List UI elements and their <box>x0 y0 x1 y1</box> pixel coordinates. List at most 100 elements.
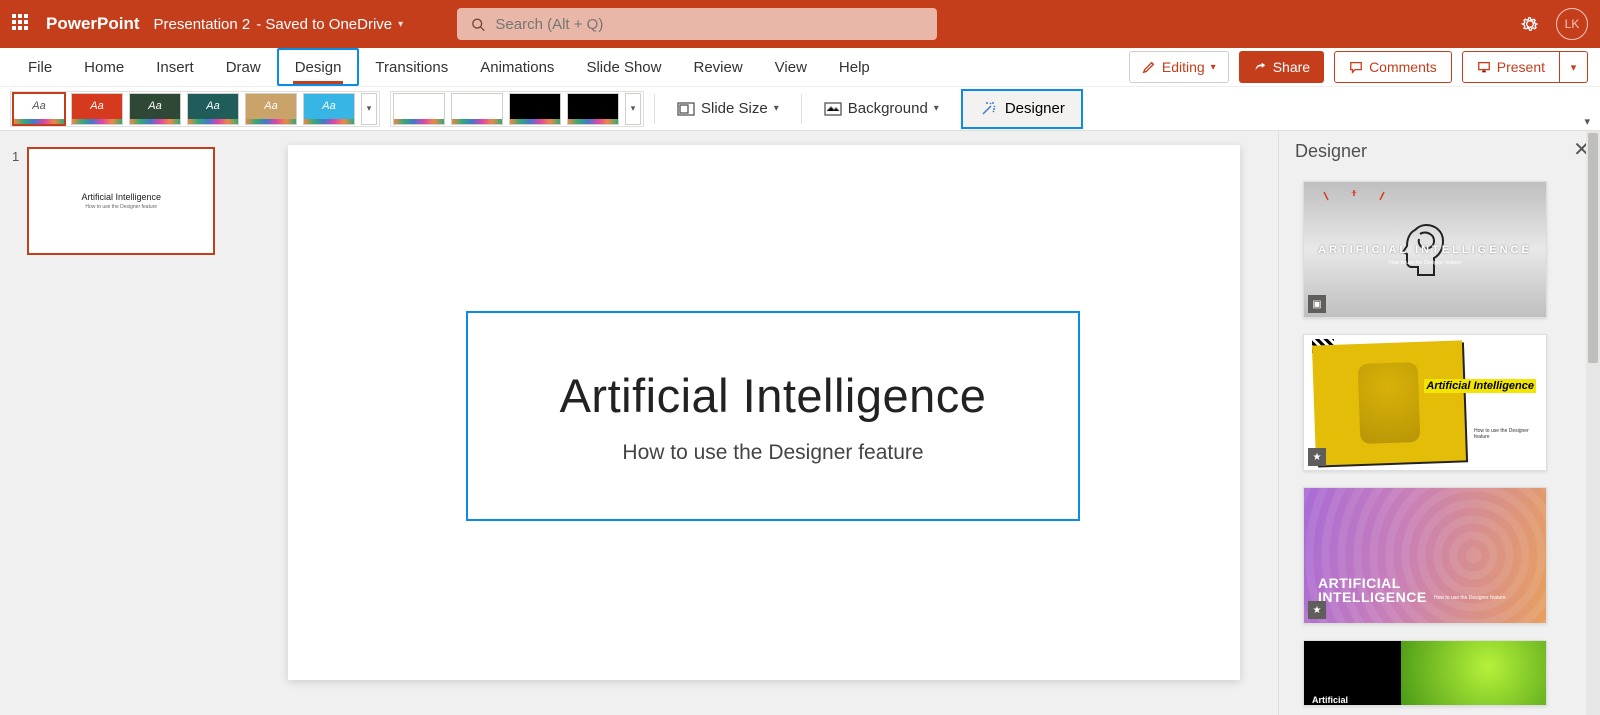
comments-button[interactable]: Comments <box>1334 51 1452 83</box>
design-suggestion-3[interactable]: ARTIFICIALINTELLIGENCE How to use the De… <box>1303 487 1547 624</box>
background-label: Background <box>848 100 928 117</box>
tab-insert[interactable]: Insert <box>140 48 210 86</box>
variant-black2[interactable] <box>567 93 619 125</box>
green-abstract <box>1401 641 1546 705</box>
title-textbox-selected[interactable]: Artificial Intelligence How to use the D… <box>466 311 1080 521</box>
present-dropdown[interactable]: ▾ <box>1560 51 1588 83</box>
theme-red[interactable]: Aa <box>71 93 123 125</box>
search-icon <box>471 17 485 32</box>
d3-title: ARTIFICIALINTELLIGENCE <box>1318 576 1427 605</box>
share-label: Share <box>1273 59 1310 75</box>
editing-label: Editing <box>1162 59 1205 75</box>
vertical-scrollbar[interactable] <box>1586 131 1600 715</box>
tab-animations[interactable]: Animations <box>464 48 570 86</box>
thumb-title: Artificial Intelligence <box>81 192 161 202</box>
slide-subtitle-text[interactable]: How to use the Designer feature <box>622 441 923 465</box>
chevron-down-icon: ▾ <box>398 19 403 30</box>
themes-more-dropdown[interactable]: ▾ <box>361 93 377 125</box>
gear-icon[interactable] <box>1520 14 1540 34</box>
doc-name-text: Presentation 2 <box>154 16 251 33</box>
user-avatar[interactable]: LK <box>1556 8 1588 40</box>
design-suggestion-4[interactable]: Artificial <box>1303 640 1547 706</box>
tab-slideshow[interactable]: Slide Show <box>570 48 677 86</box>
sparkle-icon: + <box>1304 190 1546 318</box>
save-status-text: - Saved to OneDrive <box>256 16 392 33</box>
design-toolbar: Aa Aa Aa Aa Aa Aa ▾ ▾ Slide Size ▾ Backg… <box>0 86 1600 130</box>
d2-title: Artificial Intelligence <box>1424 379 1536 393</box>
designer-pane-title: Designer <box>1279 131 1600 171</box>
d4-title: Artificial <box>1312 695 1348 705</box>
scrollbar-thumb[interactable] <box>1588 133 1598 363</box>
editing-mode-button[interactable]: Editing ▾ <box>1129 51 1229 83</box>
separator <box>654 94 655 124</box>
yellow-card <box>1312 340 1466 465</box>
document-title[interactable]: Presentation 2 - Saved to OneDrive ▾ <box>154 16 404 33</box>
magic-wand-icon <box>979 100 997 118</box>
premium-badge-icon: ★ <box>1308 448 1326 466</box>
tab-transitions[interactable]: Transitions <box>359 48 464 86</box>
slide-title-text[interactable]: Artificial Intelligence <box>560 368 987 423</box>
share-icon <box>1253 60 1267 74</box>
variants-more-dropdown[interactable]: ▾ <box>625 93 641 125</box>
video-badge-icon: ▣ <box>1308 295 1326 313</box>
chevron-down-icon: ▾ <box>1571 61 1577 74</box>
svg-text:+: + <box>1351 190 1357 199</box>
user-initials: LK <box>1565 17 1580 31</box>
design-suggestion-1[interactable]: ARTIFICIAL INTELLIGENCE How to use the D… <box>1303 181 1547 318</box>
comment-icon <box>1349 60 1363 74</box>
slide-size-button[interactable]: Slide Size ▾ <box>665 91 791 127</box>
premium-badge-icon: ★ <box>1308 601 1326 619</box>
tab-help[interactable]: Help <box>823 48 886 86</box>
variant-white2[interactable] <box>451 93 503 125</box>
ribbon-expand-chevron[interactable]: ▾ <box>1584 115 1590 128</box>
ribbon: File Home Insert Draw Design Transitions… <box>0 48 1600 131</box>
chevron-down-icon: ▾ <box>774 103 779 114</box>
variants-gallery[interactable]: ▾ <box>390 91 644 127</box>
slide-thumbnail-1[interactable]: Artificial Intelligence How to use the D… <box>27 147 215 255</box>
theme-wood[interactable]: Aa <box>245 93 297 125</box>
ribbon-tabs: File Home Insert Draw Design Transitions… <box>0 48 1600 86</box>
separator <box>801 94 802 124</box>
theme-cyan[interactable]: Aa <box>303 93 355 125</box>
chevron-down-icon: ▾ <box>934 103 939 114</box>
search-box[interactable] <box>457 8 937 40</box>
tab-home[interactable]: Home <box>68 48 140 86</box>
title-bar: PowerPoint Presentation 2 - Saved to One… <box>0 0 1600 48</box>
search-input[interactable] <box>495 16 923 33</box>
work-area: 1 Artificial Intelligence How to use the… <box>0 131 1600 715</box>
tab-review[interactable]: Review <box>677 48 758 86</box>
design-suggestion-2[interactable]: Artificial Intelligence How to use the D… <box>1303 334 1547 471</box>
present-button[interactable]: Present <box>1462 51 1560 83</box>
background-icon <box>824 101 842 117</box>
d3-sub: How to use the Designer feature <box>1434 595 1506 601</box>
designer-label: Designer <box>1005 100 1065 117</box>
tab-design[interactable]: Design <box>277 48 360 86</box>
slide-size-icon <box>677 101 695 117</box>
variant-black[interactable] <box>509 93 561 125</box>
theme-office[interactable]: Aa <box>13 93 65 125</box>
chevron-down-icon: ▾ <box>1211 62 1216 73</box>
thumb-subtitle: How to use the Designer feature <box>85 204 157 210</box>
designer-button[interactable]: Designer <box>961 89 1083 129</box>
share-button[interactable]: Share <box>1239 51 1324 83</box>
themes-gallery[interactable]: Aa Aa Aa Aa Aa Aa ▾ <box>10 91 380 127</box>
pencil-icon <box>1142 60 1156 74</box>
d2-sub: How to use the Designer feature <box>1474 428 1534 440</box>
background-button[interactable]: Background ▾ <box>812 91 951 127</box>
robot-icon <box>1358 362 1421 444</box>
slide[interactable]: Artificial Intelligence How to use the D… <box>288 145 1240 680</box>
tab-view[interactable]: View <box>759 48 823 86</box>
design-suggestions-list[interactable]: ARTIFICIAL INTELLIGENCE How to use the D… <box>1279 171 1600 715</box>
present-icon <box>1477 60 1491 74</box>
thumbnail-number: 1 <box>12 147 19 699</box>
theme-darkgreen[interactable]: Aa <box>129 93 181 125</box>
app-launcher-icon[interactable] <box>12 14 32 34</box>
tab-file[interactable]: File <box>12 48 68 86</box>
slide-canvas-area[interactable]: Artificial Intelligence How to use the D… <box>250 131 1278 715</box>
comments-label: Comments <box>1369 59 1437 75</box>
app-name: PowerPoint <box>46 14 140 34</box>
variant-white[interactable] <box>393 93 445 125</box>
tab-draw[interactable]: Draw <box>210 48 277 86</box>
slide-size-label: Slide Size <box>701 100 768 117</box>
theme-teal[interactable]: Aa <box>187 93 239 125</box>
